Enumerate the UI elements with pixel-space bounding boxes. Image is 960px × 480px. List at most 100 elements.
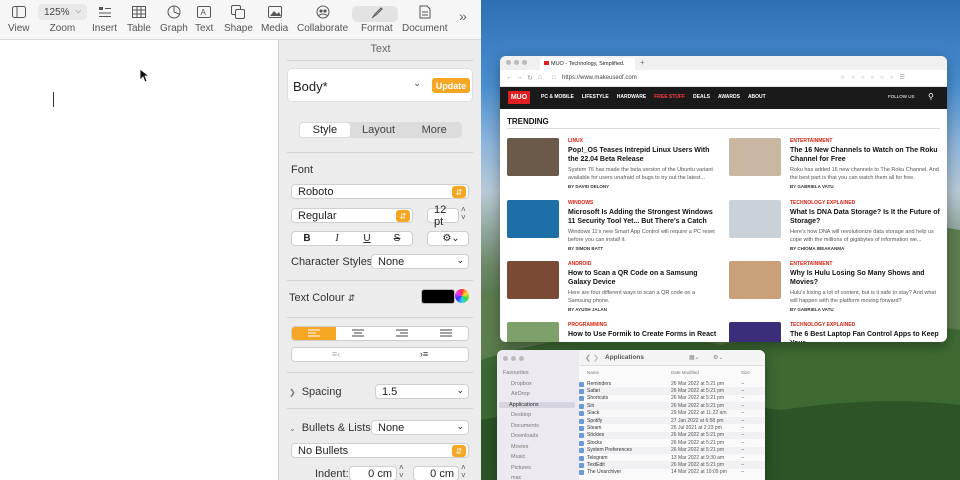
bullets-style-select[interactable]: None ⌄ bbox=[371, 420, 469, 435]
url-text[interactable]: https://www.makeuseof.com bbox=[562, 75, 637, 81]
media-button[interactable]: Media bbox=[261, 4, 288, 34]
article-title[interactable]: The 6 Best Laptop Fan Control Apps to Ke… bbox=[790, 330, 940, 342]
article-title[interactable]: Microsoft Is Adding the Strongest Window… bbox=[568, 208, 718, 226]
bold-button[interactable]: B bbox=[292, 232, 322, 245]
sidebar-item[interactable]: Pictures bbox=[503, 465, 531, 471]
underline-button[interactable]: U bbox=[352, 232, 382, 245]
insert-button[interactable]: Insert bbox=[92, 4, 117, 34]
article-category[interactable]: ENTERTAINMENT bbox=[790, 261, 832, 267]
article-author[interactable]: BY DAVID DELONY bbox=[568, 184, 609, 189]
align-right-button[interactable] bbox=[380, 327, 424, 340]
article-thumbnail[interactable] bbox=[729, 322, 781, 342]
strikethrough-button[interactable]: S bbox=[382, 232, 412, 245]
file-row[interactable]: Safari 26 Mar 2022 at 5:21 pm -- bbox=[579, 387, 765, 395]
collaborate-button[interactable]: Collaborate bbox=[297, 4, 348, 34]
spacing-select[interactable]: 1.5 ⌄ bbox=[375, 384, 469, 399]
nav-awards[interactable]: AWARDS bbox=[718, 94, 740, 100]
bullets-section[interactable]: ⌄ Bullets & Lists bbox=[289, 422, 371, 434]
maximize-icon[interactable] bbox=[519, 356, 524, 361]
column-size[interactable]: Size bbox=[741, 370, 750, 378]
indent-first-stepper[interactable]: ˄ ˅ bbox=[399, 464, 404, 480]
forward-icon[interactable]: → bbox=[516, 74, 523, 81]
file-row[interactable]: Steam 26 Jul 2021 at 2:23 pm -- bbox=[579, 424, 765, 432]
article-author[interactable]: BY AYUSH JALAN bbox=[568, 307, 607, 312]
reload-icon[interactable]: ↻ bbox=[527, 74, 533, 82]
article-author[interactable]: BY CHIOMA IBEAKANMA bbox=[790, 246, 844, 251]
minimize-icon[interactable] bbox=[514, 60, 519, 65]
font-size-field[interactable]: 12 pt bbox=[427, 204, 459, 228]
tab-style[interactable]: Style bbox=[300, 123, 350, 137]
back-icon[interactable]: ← bbox=[506, 74, 513, 81]
close-icon[interactable] bbox=[506, 60, 511, 65]
sidebar-item[interactable]: Movies bbox=[503, 444, 528, 450]
back-icon[interactable]: ❮ bbox=[585, 354, 591, 362]
forward-icon[interactable]: ❯ bbox=[593, 354, 599, 362]
article-category[interactable]: PROGRAMMING bbox=[568, 322, 607, 328]
chevron-double-right-icon[interactable]: » bbox=[459, 8, 467, 24]
article-title[interactable]: How to Use Formik to Create Forms in Rea… bbox=[568, 330, 718, 339]
file-row[interactable]: Reminders 26 Mar 2022 at 5:21 pm -- bbox=[579, 380, 765, 387]
article-author[interactable]: BY SIMON BATT bbox=[568, 246, 603, 251]
align-left-button[interactable] bbox=[292, 327, 336, 340]
spacing-section[interactable]: ❯ Spacing bbox=[289, 386, 341, 398]
new-tab-icon[interactable]: + bbox=[640, 58, 645, 67]
paragraph-style-selector[interactable]: Body* ⌄ Update bbox=[287, 68, 473, 102]
file-row[interactable]: System Preferences 26 Mar 2022 at 5:21 pm… bbox=[579, 446, 765, 454]
justify-button[interactable] bbox=[424, 327, 468, 340]
format-button[interactable]: Format bbox=[361, 4, 393, 34]
article-thumbnail[interactable] bbox=[729, 261, 781, 299]
article-category[interactable]: WINDOWS bbox=[568, 200, 593, 206]
indent-first-field[interactable]: 0 cm bbox=[349, 466, 397, 480]
sidebar-item[interactable]: AirDrop bbox=[503, 391, 530, 397]
browser-tab[interactable]: MUO - Technology, Simplified. bbox=[540, 58, 635, 70]
tab-layout[interactable]: Layout bbox=[351, 122, 407, 138]
increase-indent-icon[interactable]: ›≡ bbox=[380, 348, 468, 361]
nav-about[interactable]: ABOUT bbox=[748, 94, 766, 100]
article-thumbnail[interactable] bbox=[507, 200, 559, 238]
file-row[interactable]: The Unarchiver 14 Mar 2022 at 10:09 pm -- bbox=[579, 469, 765, 476]
document-canvas[interactable] bbox=[0, 40, 278, 480]
document-button[interactable]: Document bbox=[402, 4, 448, 34]
view-options-icon[interactable]: ▦⌄ bbox=[689, 354, 700, 361]
bullet-type-select[interactable]: No Bullets ⇵ bbox=[291, 443, 469, 458]
view-button[interactable]: View bbox=[8, 4, 30, 34]
text-colour-label[interactable]: Text Colour ⇵ bbox=[289, 292, 355, 304]
nav-pc-mobile[interactable]: PC & MOBILE bbox=[541, 94, 574, 100]
sidebar-item[interactable]: Desktop bbox=[503, 412, 531, 418]
article-title[interactable]: How to Scan a QR Code on a Samsung Galax… bbox=[568, 269, 718, 287]
shape-button[interactable]: Shape bbox=[224, 4, 253, 34]
file-row[interactable]: TextEdit 26 Mar 2022 at 5:21 pm -- bbox=[579, 461, 765, 469]
sidebar-item[interactable]: Dropbox bbox=[503, 381, 532, 387]
article-title[interactable]: The 16 New Channels to Watch on The Roku… bbox=[790, 146, 940, 164]
zoom-select[interactable]: 125% ⌵ bbox=[38, 4, 87, 20]
article-thumbnail[interactable] bbox=[507, 322, 559, 342]
article-category[interactable]: TECHNOLOGY EXPLAINED bbox=[790, 200, 855, 206]
colour-wheel-icon[interactable] bbox=[455, 289, 469, 303]
align-center-button[interactable] bbox=[336, 327, 380, 340]
text-button[interactable]: A Text bbox=[195, 4, 213, 34]
article-thumbnail[interactable] bbox=[507, 261, 559, 299]
nav-hardware[interactable]: HARDWARE bbox=[617, 94, 646, 100]
maximize-icon[interactable] bbox=[522, 60, 527, 65]
article-title[interactable]: Pop!_OS Teases Intrepid Linux Users With… bbox=[568, 146, 718, 164]
follow-us-link[interactable]: FOLLOW US bbox=[888, 94, 915, 99]
file-row[interactable]: Stocks 26 Mar 2022 at 5:21 pm -- bbox=[579, 439, 765, 446]
file-row[interactable]: Shortcuts 26 Mar 2022 at 5:21 pm -- bbox=[579, 395, 765, 402]
article-category[interactable]: ENTERTAINMENT bbox=[790, 138, 832, 144]
tab-more[interactable]: More bbox=[406, 122, 462, 138]
home-icon[interactable]: ⌂ bbox=[538, 74, 542, 81]
character-styles-select[interactable]: None ⌄ bbox=[371, 254, 469, 269]
browser-extension-icons[interactable]: ☆○○○○○☰ bbox=[840, 74, 911, 81]
file-row[interactable]: Telegram 13 Mar 2022 at 9:30 am -- bbox=[579, 454, 765, 461]
column-name[interactable]: Name bbox=[579, 370, 671, 378]
sidebar-item[interactable]: Applications bbox=[499, 401, 575, 408]
article-thumbnail[interactable] bbox=[729, 138, 781, 176]
minimize-icon[interactable] bbox=[511, 356, 516, 361]
indent-second-field[interactable]: 0 cm bbox=[413, 466, 459, 480]
text-options-button[interactable]: ⚙⌄ bbox=[427, 231, 469, 246]
search-icon[interactable]: ⚲ bbox=[928, 92, 934, 101]
nav-lifestyle[interactable]: LIFESTYLE bbox=[582, 94, 609, 100]
text-colour-well[interactable] bbox=[421, 289, 455, 304]
italic-button[interactable]: I bbox=[322, 232, 352, 245]
site-logo[interactable]: MUO bbox=[508, 91, 530, 104]
